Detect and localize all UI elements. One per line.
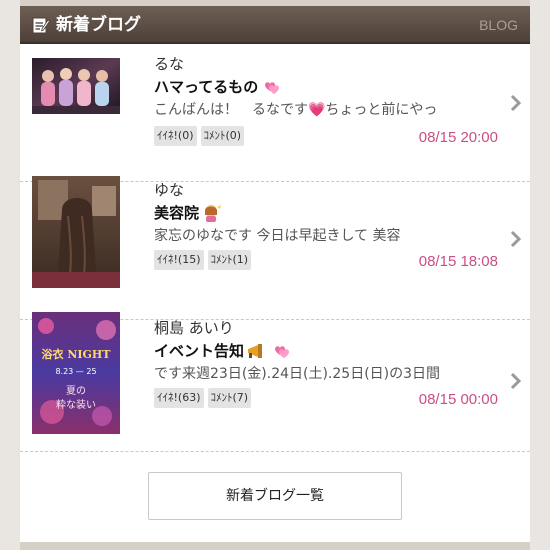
- hair-salon-icon: [205, 205, 222, 222]
- entry-date: 08/15 00:00: [418, 391, 498, 408]
- like-count-badge: ｲｲﾈ!(15): [154, 250, 204, 270]
- blog-entry-2[interactable]: ゆな 美容院 家忘のゆなです 今日は早起きして 美容 ｲｲﾈ!(15) ｺﾒﾝﾄ…: [20, 176, 530, 320]
- entry-date: 08/15 20:00: [418, 129, 498, 146]
- entry-author: ゆな: [154, 181, 185, 199]
- entry-title-text: ハマってるもの: [154, 78, 259, 96]
- entry-title-text: 美容院: [154, 204, 200, 222]
- chevron-right-icon[interactable]: [510, 94, 522, 112]
- entry-tags: ｲｲﾈ!(15) ｺﾒﾝﾄ(1): [154, 250, 252, 270]
- view-all-blogs-button[interactable]: 新着ブログ一覧: [148, 472, 402, 520]
- blog-entry-3[interactable]: 浴衣 NIGHT 8.23 — 25 夏の 粋な装い 桐島 あいり イベント告知…: [20, 302, 530, 452]
- entry-title: 美容院: [154, 202, 223, 224]
- entry-excerpt: こんばんは！ るなです💗ちょっと前にやっ: [154, 102, 438, 118]
- entry-author: 桐島 あいり: [154, 319, 234, 337]
- comment-count-badge: ｺﾒﾝﾄ(7): [207, 388, 252, 408]
- entry-thumbnail[interactable]: [32, 58, 120, 114]
- thumb-event-caption-2: 粋な装い: [56, 398, 96, 411]
- pink-hearts-icon: [265, 82, 280, 94]
- entry-tags: ｲｲﾈ!(63) ｺﾒﾝﾄ(7): [154, 388, 252, 408]
- entry-excerpt: 家忘のゆなです 今日は早起きして 美容: [154, 228, 401, 244]
- edit-note-icon: [32, 17, 50, 34]
- blog-entry-1[interactable]: るな ハマってるもの こんばんは！ るなです💗ちょっと前にやっ ｲｲﾈ!(0) …: [20, 44, 530, 182]
- blog-label: BLOG: [479, 17, 518, 33]
- chevron-right-icon[interactable]: [510, 230, 522, 248]
- entry-title-text: イベント告知: [154, 342, 245, 360]
- thumb-event-title: 浴衣 NIGHT: [41, 347, 111, 361]
- entry-date: 08/15 18:08: [418, 253, 498, 270]
- comment-count-badge: ｺﾒﾝﾄ(0): [200, 126, 245, 146]
- entry-title: イベント告知: [154, 340, 292, 362]
- thumb-event-caption-1: 夏の: [66, 385, 86, 397]
- like-count-badge: ｲｲﾈ!(0): [154, 126, 197, 146]
- entry-thumbnail[interactable]: 浴衣 NIGHT 8.23 — 25 夏の 粋な装い: [32, 312, 120, 434]
- entry-thumbnail[interactable]: [32, 176, 120, 288]
- entry-title: ハマってるもの: [154, 76, 282, 98]
- like-count-badge: ｲｲﾈ!(63): [154, 388, 204, 408]
- comment-count-badge: ｺﾒﾝﾄ(1): [207, 250, 252, 270]
- new-blog-panel: 新着ブログ BLOG るな ハマってるもの こんばんは！ るなです💗ちょっと前に…: [20, 6, 530, 542]
- megaphone-icon: [248, 344, 263, 358]
- section-title: 新着ブログ: [56, 15, 141, 35]
- entry-excerpt: です来週23日(金).24日(土).25日(日)の3日間: [154, 366, 441, 382]
- chevron-right-icon[interactable]: [510, 372, 522, 390]
- entry-tags: ｲｲﾈ!(0) ｺﾒﾝﾄ(0): [154, 126, 245, 146]
- thumb-event-dates: 8.23 — 25: [55, 367, 96, 376]
- pink-hearts-icon: [275, 346, 290, 358]
- bottom-border-strip: [20, 542, 530, 550]
- section-header: 新着ブログ BLOG: [20, 6, 530, 44]
- entry-author: るな: [154, 55, 185, 73]
